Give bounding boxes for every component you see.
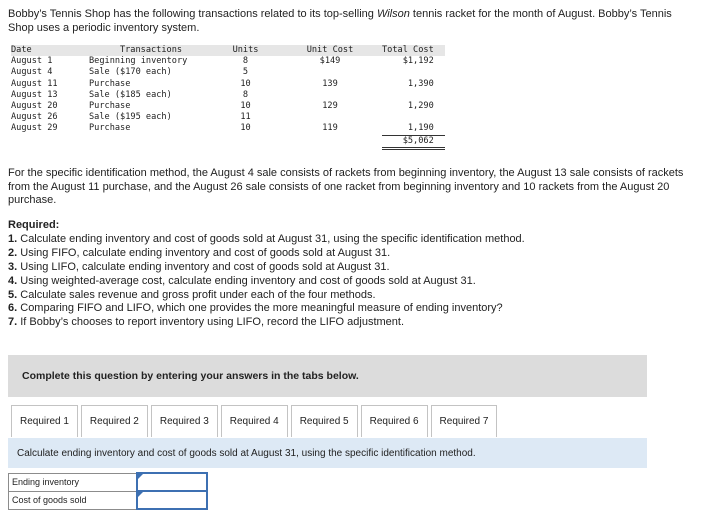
cell-unit-cost: 139 [322, 78, 338, 89]
ending-inventory-input[interactable] [138, 475, 206, 489]
tab-instruction-text: Calculate ending inventory and cost of g… [17, 448, 476, 459]
col-header-total-cost: Total Cost [382, 45, 434, 55]
tab-required-1[interactable]: Required 1 [11, 405, 78, 437]
cell-total-cost: 1,290 [407, 101, 434, 112]
col-header-transactions: Transactions [119, 45, 183, 55]
required-item: 3. Using LIFO, calculate ending inventor… [8, 260, 390, 273]
cell-transaction: Sale ($185 each) [89, 89, 172, 100]
required-item: 2. Using FIFO, calculate ending inventor… [8, 246, 391, 259]
cell-units: 11 [240, 112, 251, 123]
specific-identification-note: For the specific identification method, … [8, 167, 684, 206]
cogs-input[interactable] [138, 493, 206, 507]
cell-transaction: Purchase [89, 78, 131, 89]
cell-unit-cost: $149 [319, 56, 341, 67]
table-row: August 20 Purchase 10 129 1,290 [11, 101, 445, 112]
cogs-cell [136, 490, 208, 510]
answer-row: Ending inventory [8, 472, 208, 492]
brand-name: Wilson [376, 8, 410, 20]
required-item: 6. Comparing FIFO and LIFO, which one pr… [8, 302, 503, 315]
col-header-units: Units [232, 45, 259, 55]
cell-units: 10 [240, 78, 251, 89]
required-title: Required: [8, 219, 60, 231]
required-item: 1. Calculate ending inventory and cost o… [8, 232, 525, 245]
tab-instruction-panel: Calculate ending inventory and cost of g… [8, 438, 647, 468]
transactions-table: Date Transactions Units Unit Cost Total … [11, 45, 445, 150]
table-total-row: $5,062 [11, 134, 445, 150]
cell-date: August 29 [11, 123, 58, 134]
cell-unit-cost [278, 112, 382, 123]
cell-unit-cost [278, 67, 382, 78]
tab-required-2[interactable]: Required 2 [80, 405, 148, 437]
cell-date: August 11 [11, 78, 58, 89]
table-row: August 1 Beginning inventory 8 $149 $1,1… [11, 56, 445, 67]
required-item: 7. If Bobby’s chooses to report inventor… [8, 316, 405, 329]
table-row: August 11 Purchase 10 139 1,390 [11, 79, 445, 90]
input-corner-marker [138, 474, 143, 479]
cell-transaction: Purchase [89, 123, 131, 134]
cell-units: 10 [240, 123, 251, 134]
table-header-row: Date Transactions Units Unit Cost Total … [11, 45, 445, 57]
answer-label-ending-inventory: Ending inventory [8, 472, 138, 492]
intro-text: Bobby’s Tennis Shop has the following tr… [8, 8, 377, 20]
problem-intro: Bobby’s Tennis Shop has the following tr… [8, 8, 698, 35]
cell-total-cost [382, 112, 445, 123]
cell-date: August 4 [11, 67, 53, 78]
cell-date: August 26 [11, 112, 58, 123]
cell-transaction: Beginning inventory [89, 56, 188, 67]
cell-total-cost: 1,390 [407, 78, 434, 89]
table-row: August 26 Sale ($195 each) 11 [11, 112, 445, 123]
cell-units: 5 [242, 67, 249, 78]
ending-inventory-cell [136, 472, 208, 492]
cell-date: August 13 [11, 89, 58, 100]
cell-unit-cost: 119 [322, 123, 338, 134]
col-header-unit-cost: Unit Cost [306, 45, 354, 55]
required-item: 4. Using weighted-average cost, calculat… [8, 274, 476, 287]
cell-date: August 20 [11, 101, 58, 112]
cell-total-cost: $1,192 [402, 56, 434, 67]
cell-transaction: Purchase [89, 101, 131, 112]
table-row: August 29 Purchase 10 119 1,190 [11, 123, 445, 136]
grand-total: $5,062 [382, 134, 445, 150]
cell-transaction: Sale ($195 each) [89, 112, 172, 123]
answer-label-cogs: Cost of goods sold [8, 490, 138, 510]
complete-question-banner: Complete this question by entering your … [8, 355, 647, 397]
cell-total-cost: 1,190 [382, 123, 445, 136]
answer-table: Ending inventory Cost of goods sold [8, 472, 208, 510]
tab-required-7[interactable]: Required 7 [430, 405, 498, 437]
tab-required-3[interactable]: Required 3 [150, 405, 218, 437]
complete-question-text: Complete this question by entering your … [22, 370, 359, 382]
table-row: August 4 Sale ($170 each) 5 [11, 67, 445, 78]
required-tabs: Required 1 Required 2 Required 3 Require… [11, 405, 500, 437]
cell-units: 8 [242, 56, 249, 67]
table-row: August 13 Sale ($185 each) 8 [11, 90, 445, 101]
cell-unit-cost [278, 90, 382, 101]
tab-required-6[interactable]: Required 6 [360, 405, 428, 437]
cell-units: 10 [240, 101, 251, 112]
cell-unit-cost: 129 [322, 101, 338, 112]
tab-required-5[interactable]: Required 5 [290, 405, 358, 437]
required-section: Required: 1. Calculate ending inventory … [8, 219, 698, 330]
input-corner-marker [138, 492, 143, 497]
col-header-date: Date [11, 45, 32, 55]
cell-units: 8 [242, 89, 249, 100]
required-item: 5. Calculate sales revenue and gross pro… [8, 288, 376, 301]
cell-total-cost [382, 67, 445, 78]
cell-transaction: Sale ($170 each) [89, 67, 172, 78]
cell-total-cost [382, 90, 445, 101]
cell-date: August 1 [11, 56, 53, 67]
tab-required-4[interactable]: Required 4 [220, 405, 288, 437]
answer-row: Cost of goods sold [8, 490, 208, 510]
